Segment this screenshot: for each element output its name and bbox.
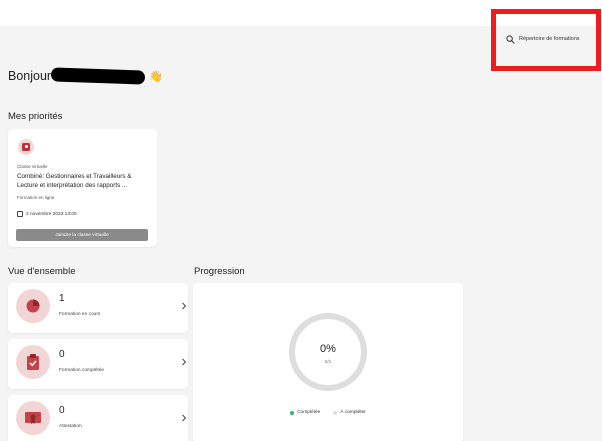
greeting: Bonjour 👋: [8, 67, 163, 85]
progress-legend: Complétée À compléter: [193, 410, 463, 415]
in-progress-label: Formation en cours: [59, 312, 101, 317]
in-progress-count: 1: [59, 293, 65, 304]
priority-mode: Formation en ligne: [17, 195, 55, 200]
legend-todo: À compléter: [333, 410, 366, 415]
priorities-title: Mes priorités: [8, 111, 63, 122]
progress-percent: 0%: [320, 343, 336, 355]
priority-course-title: Combiné: Gestionnaires et Travailleurs &…: [17, 173, 132, 189]
virtual-class-icon: [18, 139, 34, 155]
priority-card[interactable]: Classe virtuelle Combiné: Gestionnaires …: [8, 129, 157, 247]
chevron-right-icon: [182, 414, 187, 422]
search-icon: [506, 34, 515, 44]
overview-in-progress-card[interactable]: 1 Formation en cours: [8, 283, 188, 333]
pie-chart-icon: [16, 289, 50, 323]
priority-date-text: 2 novembre 2023 13:00: [26, 211, 77, 217]
priority-type: Classe virtuelle: [17, 164, 48, 169]
progression-title: Progression: [194, 266, 245, 277]
legend-todo-dot: [333, 410, 338, 415]
completed-label: Formation complétée: [59, 368, 105, 373]
priority-date: 2 novembre 2023 13:00: [17, 211, 77, 217]
chevron-right-icon: [182, 302, 187, 310]
certificate-icon: [16, 401, 50, 435]
overview-title: Vue d'ensemble: [8, 266, 76, 277]
certificate-label: Attestation: [59, 424, 82, 429]
greeting-text: Bonjour: [8, 69, 52, 83]
overview-certificate-card[interactable]: 0 Attestation: [8, 395, 188, 441]
catalog-link[interactable]: Répertoire de formations: [506, 33, 580, 45]
legend-completed-dot: [290, 410, 295, 415]
redacted-username: [50, 67, 146, 85]
catalog-link-label: Répertoire de formations: [519, 36, 580, 42]
legend-todo-label: À compléter: [340, 410, 366, 415]
clipboard-check-icon: [16, 345, 50, 379]
wave-emoji: 👋: [149, 70, 163, 83]
certificate-count: 0: [59, 405, 65, 416]
chevron-right-icon: [182, 358, 187, 366]
join-virtual-class-button[interactable]: Joindre la classe virtuelle: [16, 229, 148, 241]
legend-completed-label: Complétée: [297, 410, 321, 415]
progress-fraction: 0/1: [324, 360, 332, 365]
completed-count: 0: [59, 349, 65, 360]
legend-completed: Complétée: [290, 410, 320, 415]
calendar-icon: [17, 211, 23, 217]
overview-completed-card[interactable]: 0 Formation complétée: [8, 339, 188, 389]
progression-card: 0% 0/1 Complétée À compléter: [193, 283, 463, 441]
